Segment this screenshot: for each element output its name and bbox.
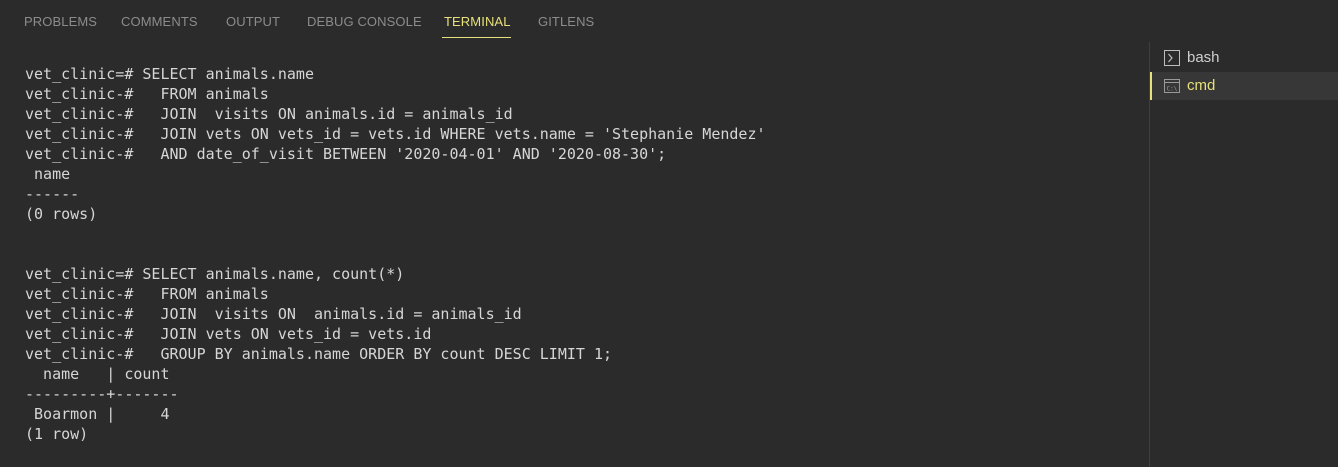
terminal-icon (1164, 50, 1180, 66)
svg-text:C:\: C:\ (1167, 86, 1178, 93)
terminal-line: vet_clinic-# GROUP BY animals.name ORDER… (25, 345, 612, 363)
terminal-list-item-bash[interactable]: bash (1150, 44, 1338, 72)
tab-comments[interactable]: COMMENTS (121, 14, 198, 29)
terminal-line: name | count (25, 365, 170, 383)
terminal-list-item-label: cmd (1187, 77, 1216, 94)
tab-gitlens[interactable]: GITLENS (538, 14, 594, 29)
terminal-output[interactable]: vet_clinic=# SELECT animals.name vet_cli… (25, 64, 1140, 459)
terminal-line: vet_clinic-# JOIN visits ON animals.id =… (25, 105, 513, 123)
terminal-list: bash C:\ cmd (1150, 42, 1338, 467)
terminal-line: Boarmon | 4 (25, 405, 170, 423)
tab-terminal[interactable]: TERMINAL (444, 14, 511, 29)
terminal-line: (0 rows) (25, 205, 98, 223)
terminal-line: ---------+------- (25, 385, 179, 403)
terminal-line: vet_clinic-# JOIN vets ON vets_id = vets… (25, 325, 432, 343)
terminal-line: vet_clinic-# JOIN vets ON vets_id = vets… (25, 125, 766, 143)
selected-indicator (1150, 72, 1152, 100)
terminal-list-item-cmd[interactable]: C:\ cmd (1150, 72, 1338, 100)
terminal-line: vet_clinic=# SELECT animals.name (25, 65, 314, 83)
tab-problems[interactable]: PROBLEMS (24, 14, 97, 29)
active-tab-indicator (442, 37, 511, 38)
panel-tab-bar: PROBLEMS COMMENTS OUTPUT DEBUG CONSOLE T… (0, 0, 1150, 44)
terminal-line: vet_clinic=# SELECT animals.name, count(… (25, 265, 405, 283)
terminal-line: ------ (25, 185, 80, 203)
terminal-line: vet_clinic-# AND date_of_visit BETWEEN '… (25, 145, 667, 163)
tab-debug-console[interactable]: DEBUG CONSOLE (307, 14, 422, 29)
terminal-line: (1 row) (25, 425, 89, 443)
terminal-line: vet_clinic-# JOIN visits ON animals.id =… (25, 305, 522, 323)
tab-output[interactable]: OUTPUT (226, 14, 280, 29)
terminal-list-item-label: bash (1187, 49, 1220, 66)
terminal-panel: PROBLEMS COMMENTS OUTPUT DEBUG CONSOLE T… (0, 0, 1338, 467)
terminal-line: vet_clinic-# FROM animals (25, 285, 269, 303)
cmd-icon: C:\ (1164, 78, 1180, 94)
terminal-line: vet_clinic-# FROM animals (25, 85, 269, 103)
terminal-line: name (25, 165, 71, 183)
